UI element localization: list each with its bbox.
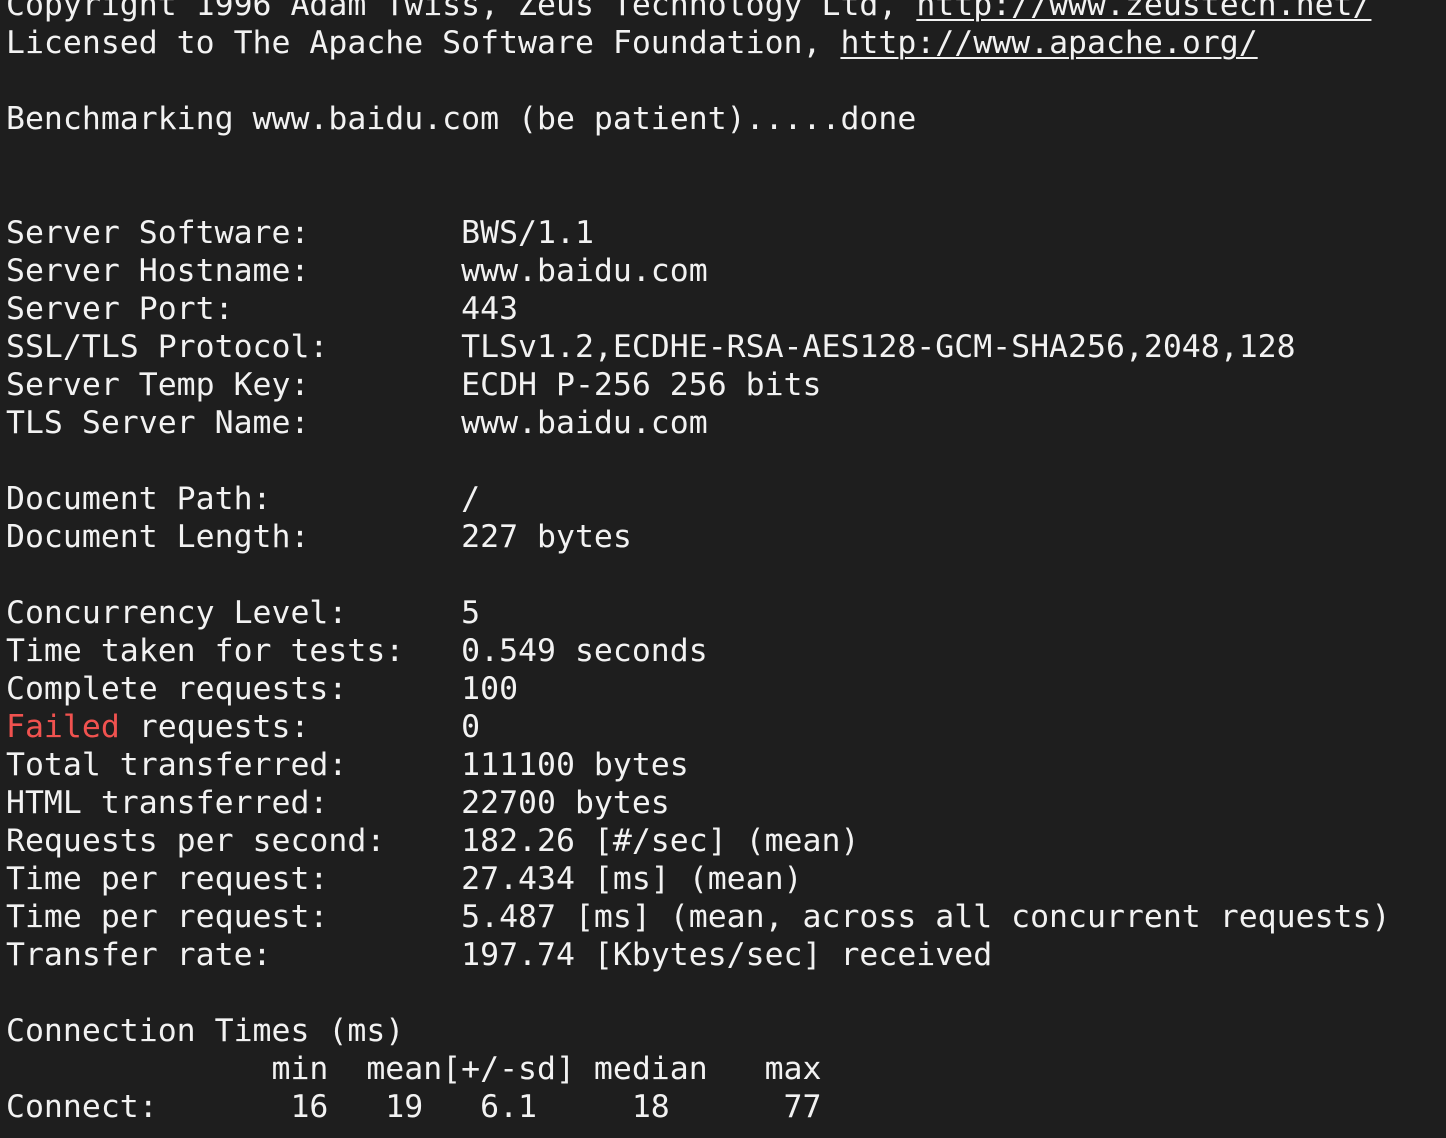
concurrency-level-value: 5 [461, 595, 481, 631]
concurrency-level-label: Concurrency Level: [6, 595, 462, 631]
document-path-value: / [461, 481, 481, 517]
license-line: Licensed to The Apache Software Foundati… [6, 24, 1446, 62]
time-per-request-concurrent-row: Time per request: 5.487 [ms] (mean, acro… [6, 898, 1446, 936]
connection-times-connect-row: Connect: 16 19 6.1 18 77 [6, 1089, 822, 1125]
complete-requests-row: Complete requests: 100 [6, 670, 1446, 708]
document-length-value: 227 bytes [461, 519, 632, 555]
requests-per-second-label: Requests per second: [6, 823, 462, 859]
terminal-window[interactable]: Copyright 1996 Adam Twiss, Zeus Technolo… [0, 0, 1446, 1138]
server-temp-key-value: ECDH P-256 256 bits [461, 367, 822, 403]
time-taken-value: 0.549 seconds [461, 633, 708, 669]
server-software-label: Server Software: [6, 215, 462, 251]
requests-per-second-row: Requests per second: 182.26 [#/sec] (mea… [6, 822, 1446, 860]
transfer-rate-value: 197.74 [Kbytes/sec] received [461, 937, 993, 973]
connection-times-header: min mean[+/-sd] median max [6, 1051, 822, 1087]
server-software-row: Server Software: BWS/1.1 [6, 214, 1446, 252]
document-path-row: Document Path: / [6, 480, 1446, 518]
time-per-request-concurrent-label: Time per request: [6, 899, 462, 935]
terminal-output: Copyright 1996 Adam Twiss, Zeus Technolo… [6, 0, 1446, 1126]
ssl-protocol-value: TLSv1.2,ECDHE-RSA-AES128-GCM-SHA256,2048… [461, 329, 1296, 365]
document-path-label: Document Path: [6, 481, 462, 517]
server-port-row: Server Port: 443 [6, 290, 1446, 328]
transfer-rate-row: Transfer rate: 197.74 [Kbytes/sec] recei… [6, 936, 1446, 974]
document-length-row: Document Length: 227 bytes [6, 518, 1446, 556]
copyright-line: Copyright 1996 Adam Twiss, Zeus Technolo… [6, 0, 1446, 24]
document-length-label: Document Length: [6, 519, 462, 555]
requests-per-second-value: 182.26 [#/sec] (mean) [461, 823, 860, 859]
time-per-request-row: Time per request: 27.434 [ms] (mean) [6, 860, 1446, 898]
zeustech-link[interactable]: http://www.zeustech.net/ [916, 0, 1371, 23]
apache-link[interactable]: http://www.apache.org/ [840, 25, 1257, 61]
time-per-request-label: Time per request: [6, 861, 462, 897]
time-per-request-concurrent-value: 5.487 [ms] (mean, across all concurrent … [461, 899, 1391, 935]
copyright-text: Copyright 1996 Adam Twiss, Zeus Technolo… [6, 0, 917, 23]
total-transferred-row: Total transferred: 111100 bytes [6, 746, 1446, 784]
total-transferred-value: 111100 bytes [461, 747, 689, 783]
html-transferred-label: HTML transferred: [6, 785, 462, 821]
concurrency-level-row: Concurrency Level: 5 [6, 594, 1446, 632]
html-transferred-row: HTML transferred: 22700 bytes [6, 784, 1446, 822]
server-port-value: 443 [461, 291, 519, 327]
server-hostname-row: Server Hostname: www.baidu.com [6, 252, 1446, 290]
connection-times-title: Connection Times (ms) [6, 1013, 405, 1049]
server-temp-key-label: Server Temp Key: [6, 367, 462, 403]
complete-requests-label: Complete requests: [6, 671, 462, 707]
html-transferred-value: 22700 bytes [461, 785, 670, 821]
failed-requests-label: requests: [119, 709, 462, 745]
failed-keyword: Failed [6, 709, 120, 745]
failed-requests-row: Failed requests: 0 [6, 708, 1446, 746]
server-hostname-value: www.baidu.com [461, 253, 708, 289]
transfer-rate-label: Transfer rate: [6, 937, 462, 973]
time-per-request-value: 27.434 [ms] (mean) [461, 861, 803, 897]
benchmark-line: Benchmarking www.baidu.com (be patient).… [6, 101, 917, 137]
server-hostname-label: Server Hostname: [6, 253, 462, 289]
ssl-protocol-label: SSL/TLS Protocol: [6, 329, 462, 365]
time-taken-row: Time taken for tests: 0.549 seconds [6, 632, 1446, 670]
time-taken-label: Time taken for tests: [6, 633, 462, 669]
complete-requests-value: 100 [461, 671, 519, 707]
ssl-protocol-row: SSL/TLS Protocol: TLSv1.2,ECDHE-RSA-AES1… [6, 328, 1446, 366]
tls-server-name-row: TLS Server Name: www.baidu.com [6, 404, 1446, 442]
tls-server-name-label: TLS Server Name: [6, 405, 462, 441]
license-text: Licensed to The Apache Software Foundati… [6, 25, 841, 61]
tls-server-name-value: www.baidu.com [461, 405, 708, 441]
failed-requests-value: 0 [461, 709, 481, 745]
server-software-value: BWS/1.1 [461, 215, 594, 251]
total-transferred-label: Total transferred: [6, 747, 462, 783]
server-temp-key-row: Server Temp Key: ECDH P-256 256 bits [6, 366, 1446, 404]
server-port-label: Server Port: [6, 291, 462, 327]
